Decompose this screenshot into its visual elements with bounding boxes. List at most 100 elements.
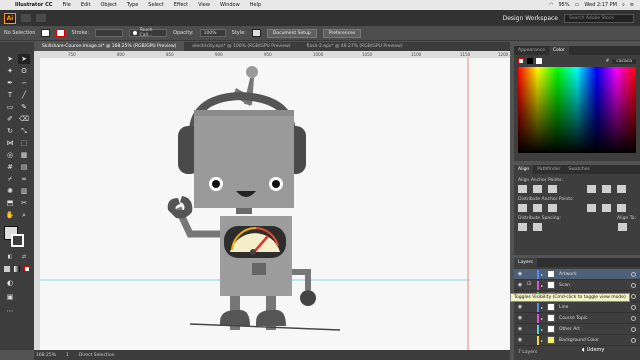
target-icon[interactable]: [631, 315, 636, 321]
lock-toggle[interactable]: [527, 270, 535, 278]
artboard-tool-icon[interactable]: ⬒: [4, 198, 16, 208]
visibility-eye-icon[interactable]: ◉: [516, 271, 524, 277]
battery-icon[interactable]: ▭: [575, 2, 580, 8]
target-icon[interactable]: [631, 337, 636, 343]
workspace-switcher[interactable]: Design Workspace: [503, 15, 558, 22]
align-top-icon[interactable]: [587, 185, 596, 193]
distribute-bottom-icon[interactable]: [548, 204, 557, 212]
tab-appearance[interactable]: Appearance: [514, 46, 549, 55]
visibility-eye-icon[interactable]: ◉: [516, 337, 524, 343]
distribute-hcenter-icon[interactable]: [602, 204, 611, 212]
vertical-spacing-icon[interactable]: [518, 223, 527, 231]
menu-help[interactable]: Help: [245, 2, 266, 8]
direct-selection-tool-icon[interactable]: ➤: [18, 54, 30, 64]
lasso-tool-icon[interactable]: ʘ: [18, 66, 30, 76]
swap-colors-icon[interactable]: ⇄: [18, 252, 30, 262]
hand-tool-icon[interactable]: ✋: [4, 210, 16, 220]
adobe-stock-search[interactable]: Search Adobe Stock: [564, 13, 634, 23]
stroke-swatch[interactable]: [56, 29, 66, 37]
tab-flash-2[interactable]: flash-2.eps* @ 49.27% (RGB/GPU Preview): [299, 42, 411, 51]
selection-tool-icon[interactable]: ➤: [4, 54, 16, 64]
layer-row-background-color[interactable]: ◉ ▸ Background Color: [514, 335, 640, 346]
menu-file[interactable]: File: [57, 2, 75, 8]
menu-type[interactable]: Type: [122, 2, 143, 8]
visibility-eye-icon[interactable]: ◉: [516, 282, 524, 288]
zoom-tool-icon[interactable]: ⌕: [18, 210, 30, 220]
distribute-vcenter-icon[interactable]: [533, 204, 542, 212]
color-spectrum[interactable]: [518, 67, 636, 153]
symbol-sprayer-tool-icon[interactable]: ✺: [4, 186, 16, 196]
layer-row-artwork[interactable]: ◉ ▸ Artwork: [514, 269, 640, 280]
lock-icon[interactable]: ⊡: [527, 281, 535, 289]
pen-tool-icon[interactable]: ✒: [4, 78, 16, 88]
align-left-icon[interactable]: [518, 185, 527, 193]
screen-mode-icon[interactable]: ▣: [4, 292, 16, 302]
tab-swatches[interactable]: Swatches: [564, 165, 594, 174]
align-bottom-icon[interactable]: [617, 185, 626, 193]
tab-color[interactable]: Color: [549, 46, 569, 55]
gradient-tool-icon[interactable]: ▤: [18, 162, 30, 172]
tab-electricity[interactable]: electricity.eps* @ 100% (RGB/GPU Preview…: [184, 42, 298, 51]
opacity-field[interactable]: 100%: [199, 29, 226, 37]
distribute-left-icon[interactable]: [587, 204, 596, 212]
black-swatch[interactable]: [527, 58, 533, 64]
menu-effect[interactable]: Effect: [169, 2, 193, 8]
layer-name[interactable]: Other Art: [559, 327, 580, 332]
align-right-icon[interactable]: [548, 185, 557, 193]
layer-row-scan[interactable]: ◉ ⊡ ▸ Scan: [514, 280, 640, 291]
spotlight-icon[interactable]: ⌕: [622, 2, 625, 8]
menu-app-name[interactable]: Illustrator CC: [10, 2, 57, 8]
layer-name[interactable]: Background Color: [559, 338, 599, 343]
artboard-canvas[interactable]: [40, 58, 510, 350]
visibility-eye-icon[interactable]: ◉: [516, 304, 524, 310]
brush-definition-dropdown[interactable]: Touch Call...: [129, 28, 168, 38]
distribute-top-icon[interactable]: [518, 204, 527, 212]
rectangle-tool-icon[interactable]: ▭: [4, 102, 16, 112]
visibility-eye-icon[interactable]: ◉: [516, 326, 524, 332]
fill-swatch[interactable]: [41, 29, 51, 37]
tab-skillshare-course-image[interactable]: Skillshare-Course-Image.ai* @ 168.25% (R…: [34, 42, 185, 51]
target-icon[interactable]: [631, 326, 636, 332]
layer-name[interactable]: Scan: [559, 283, 570, 288]
default-colors-icon[interactable]: ◧: [4, 252, 16, 262]
menu-edit[interactable]: Edit: [76, 2, 96, 8]
zoom-level[interactable]: 168.25%: [36, 353, 56, 358]
target-icon[interactable]: [631, 282, 636, 288]
eraser-tool-icon[interactable]: ⌫: [18, 114, 30, 124]
edit-toolbar-icon[interactable]: ⋯: [4, 306, 16, 316]
draw-mode-icon[interactable]: ◐: [4, 278, 16, 288]
white-swatch[interactable]: [536, 58, 542, 64]
layer-name[interactable]: Course Topic: [559, 316, 587, 321]
align-center-icon[interactable]: [533, 185, 542, 193]
tab-align[interactable]: Align: [514, 165, 534, 174]
layer-row-other-art[interactable]: ◉ ▸ Other Art: [514, 324, 640, 335]
stroke-weight-field[interactable]: [95, 29, 124, 37]
perspective-grid-tool-icon[interactable]: ▦: [18, 150, 30, 160]
lock-toggle[interactable]: [527, 303, 535, 311]
magic-wand-tool-icon[interactable]: ✦: [4, 66, 16, 76]
layer-name[interactable]: Line: [559, 305, 568, 310]
layer-row-line[interactable]: ◉ ▸ Line: [514, 302, 640, 313]
shaper-tool-icon[interactable]: ✐: [4, 114, 16, 124]
blend-tool-icon[interactable]: ∞: [18, 174, 30, 184]
line-tool-icon[interactable]: ╱: [18, 90, 30, 100]
graph-tool-icon[interactable]: ▥: [18, 186, 30, 196]
menu-object[interactable]: Object: [96, 2, 122, 8]
eyedropper-tool-icon[interactable]: ⌿: [4, 174, 16, 184]
horizontal-ruler[interactable]: 750 800 850 900 950 1000 1050 1100 1150 …: [40, 51, 510, 58]
lock-toggle[interactable]: [527, 325, 535, 333]
tab-layers[interactable]: Layers: [514, 258, 537, 267]
none-swatch[interactable]: [518, 58, 524, 64]
clock[interactable]: Wed 2:17 PM: [584, 2, 617, 8]
wifi-icon[interactable]: ◠: [549, 2, 553, 8]
lock-toggle[interactable]: [527, 314, 535, 322]
distribute-right-icon[interactable]: [617, 204, 626, 212]
menu-window[interactable]: Window: [215, 2, 245, 8]
arrange-documents-icon[interactable]: [36, 14, 46, 22]
menu-view[interactable]: View: [193, 2, 215, 8]
curvature-tool-icon[interactable]: ∽: [18, 78, 30, 88]
visibility-eye-icon[interactable]: ◉: [516, 315, 524, 321]
align-to-selection-icon[interactable]: [618, 223, 627, 231]
slice-tool-icon[interactable]: ✂: [18, 198, 30, 208]
tab-pathfinder[interactable]: Pathfinder: [533, 165, 564, 174]
